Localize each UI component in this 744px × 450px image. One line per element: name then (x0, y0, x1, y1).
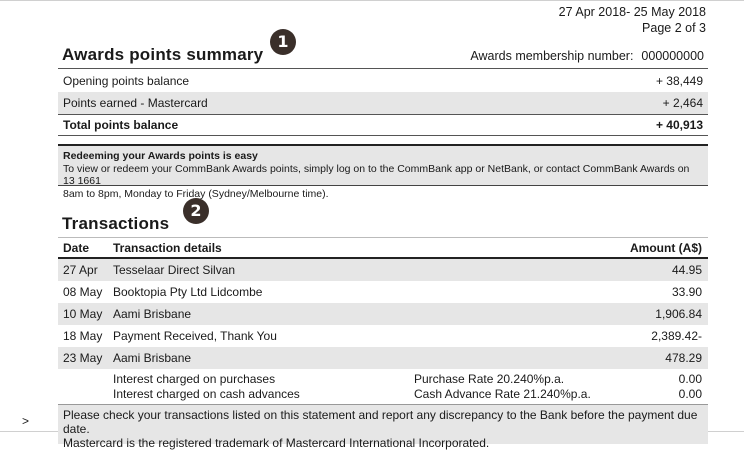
statement-header: 27 Apr 2018- 25 May 2018 Page 2 of 3 (559, 4, 706, 36)
row-date: 23 May (63, 351, 103, 365)
summary-row-earned: Points earned - Mastercard + 2,464 (58, 92, 708, 114)
interest-row-purchases: Interest charged on purchases Purchase R… (58, 371, 708, 387)
summary-row-value: + 2,464 (662, 96, 703, 110)
summary-row-label: Total points balance (63, 118, 179, 132)
interest-amount: 0.00 (678, 372, 702, 386)
redeem-info-box: Redeeming your Awards points is easy To … (58, 144, 708, 200)
membership-number: 000000000 (641, 49, 704, 63)
summary-row-label: Opening points balance (63, 74, 190, 88)
row-amount: 478.29 (665, 351, 702, 365)
row-amount: 33.90 (671, 285, 702, 299)
transactions-top-rule (58, 237, 708, 238)
summary-row-value: + 38,449 (655, 74, 703, 88)
row-date: 08 May (63, 285, 103, 299)
col-header-details: Transaction details (113, 241, 222, 255)
statement-footer-note: Please check your transactions listed on… (58, 404, 708, 450)
table-row: 10 May Aami Brisbane 1,906.84 (58, 303, 708, 325)
row-details: Aami Brisbane (113, 307, 192, 321)
summary-row-value: + 40,913 (655, 118, 703, 132)
row-details: Payment Received, Thank You (113, 329, 277, 343)
redeem-heading: Redeeming your Awards points is easy (63, 150, 258, 162)
interest-label: Interest charged on purchases (113, 372, 276, 386)
interest-rate: Cash Advance Rate 21.240%p.a. (414, 387, 591, 401)
table-row: 23 May Aami Brisbane 478.29 (58, 347, 708, 369)
row-amount: 1,906.84 (655, 307, 702, 321)
row-amount: 44.95 (671, 263, 702, 277)
page-number: Page 2 of 3 (642, 21, 706, 35)
table-row: 08 May Booktopia Pty Ltd Lidcombe 33.90 (58, 281, 708, 303)
row-amount: 2,389.42- (651, 329, 702, 343)
summary-bottom-rule (58, 135, 708, 136)
membership-label: Awards membership number: (470, 49, 634, 63)
row-details: Aami Brisbane (113, 351, 192, 365)
interest-row-cash-advances: Interest charged on cash advances Cash A… (58, 386, 708, 402)
footer-line-2: Mastercard is the registered trademark o… (63, 436, 490, 450)
interest-rate: Purchase Rate 20.240%p.a. (414, 372, 565, 386)
row-date: 10 May (63, 307, 103, 321)
col-header-amount: Amount (A$) (630, 241, 702, 255)
table-row: 27 Apr Tesselaar Direct Silvan 44.95 (58, 259, 708, 281)
row-details: Booktopia Pty Ltd Lidcombe (113, 285, 263, 299)
row-date: 18 May (63, 329, 103, 343)
summary-row-total: Total points balance + 40,913 (58, 114, 708, 136)
row-date: 27 Apr (63, 263, 98, 277)
table-row: 18 May Payment Received, Thank You 2,389… (58, 325, 708, 347)
transactions-title: Transactions (62, 214, 170, 233)
redeem-text-line-1: To view or redeem your CommBank Awards p… (63, 162, 690, 188)
interest-label: Interest charged on cash advances (113, 387, 300, 401)
interest-amount: 0.00 (678, 387, 702, 401)
summary-top-rule (58, 68, 708, 69)
redeem-text-line-2: 8am to 8pm, Monday to Friday (Sydney/Mel… (63, 187, 329, 200)
step-badge-2: 2 (183, 198, 209, 224)
next-arrow-icon[interactable]: > (22, 414, 29, 428)
step-badge-1: 1 (270, 29, 296, 55)
statement-period: 27 Apr 2018- 25 May 2018 (558, 5, 706, 19)
summary-row-label: Points earned - Mastercard (63, 96, 208, 110)
top-border (0, 0, 744, 1)
awards-summary-title: Awards points summary (62, 45, 264, 64)
row-details: Tesselaar Direct Silvan (113, 263, 236, 277)
col-header-date: Date (63, 241, 90, 255)
membership-info: Awards membership number: 000000000 (470, 49, 704, 63)
summary-row-opening: Opening points balance + 38,449 (58, 70, 708, 92)
